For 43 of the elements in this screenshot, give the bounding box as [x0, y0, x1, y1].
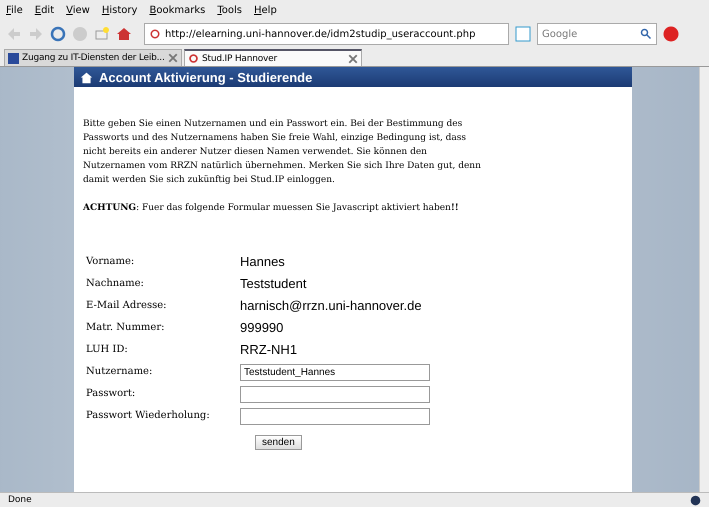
menu-item[interactable]: History — [102, 4, 138, 16]
field-value: RRZ-NH1 — [240, 341, 298, 359]
field-value: Teststudent — [240, 275, 308, 293]
close-icon[interactable] — [348, 54, 358, 64]
search-icon — [640, 28, 652, 40]
menu-item[interactable]: Tools — [217, 4, 242, 16]
field-value: harnisch@rrzn.uni-hannover.de — [240, 297, 423, 315]
page-title: Account Aktivierung - Studierende — [99, 70, 312, 84]
input-field[interactable]: Teststudent_Hannes — [240, 364, 430, 380]
address-field[interactable]: http://elearning.uni-hannover.de/idm2studip_useraccount.php — [144, 23, 509, 45]
intro-paragraph: Bitte geben Sie einen Nutzernamen und ein Passwort ein. Bei der Bestimmung des Passworts und des Nutzernamens haben Sie freie Wahl, einzige Bedingung ist, dass nicht bereits ein anderer Nutzer diesen Namen verwendet. Sie können den Nutzernamen vom RRZN natürlich übernehmen. Merken Sie sich Ihre Daten gut, denn damit werden Sie sich zukünftig bei Stud.IP einloggen. — [83, 118, 482, 187]
submit-button[interactable]: senden — [255, 435, 302, 450]
input-field[interactable] — [240, 386, 430, 402]
search-field[interactable]: Google — [537, 23, 657, 45]
field-label: LUH ID: — [86, 343, 129, 357]
field-label: Passwort Wiederholung: — [86, 409, 211, 423]
site-icon — [188, 53, 199, 64]
menu-item[interactable]: Bookmarks — [149, 4, 206, 16]
menu-item[interactable]: Edit — [34, 4, 54, 16]
bookmark-icon[interactable] — [94, 26, 110, 42]
status-text: Done — [8, 495, 32, 505]
home-icon — [80, 70, 93, 84]
field-label: Matr. Nummer: — [86, 321, 166, 335]
browser-tab[interactable]: Stud.IP Hannover — [184, 49, 362, 66]
field-value: Hannes — [240, 253, 286, 271]
site-icon — [149, 28, 161, 40]
input-field[interactable] — [240, 408, 430, 424]
close-icon[interactable] — [168, 53, 178, 63]
status-icon — [690, 494, 701, 506]
field-label: E-Mail Adresse: — [86, 299, 168, 313]
field-label: Nutzername: — [86, 365, 154, 379]
field-label: Passwort: — [86, 387, 136, 401]
site-icon — [8, 52, 19, 64]
warning-text: ACHTUNG: Fuer das folgende Formular muessen Sie Javascript aktiviert haben!! — [83, 202, 460, 215]
menu-item[interactable]: View — [66, 4, 90, 16]
field-label: Vorname: — [86, 255, 136, 269]
menu-item[interactable]: File — [6, 4, 23, 16]
field-label: Nachname: — [86, 277, 145, 291]
browser-tab[interactable]: Zugang zu IT-Diensten der Leib... — [4, 49, 182, 66]
home-icon[interactable] — [116, 26, 132, 42]
menu-item[interactable]: Help — [254, 4, 277, 16]
field-value: 999990 — [240, 319, 284, 337]
scrollbar[interactable] — [699, 67, 709, 492]
